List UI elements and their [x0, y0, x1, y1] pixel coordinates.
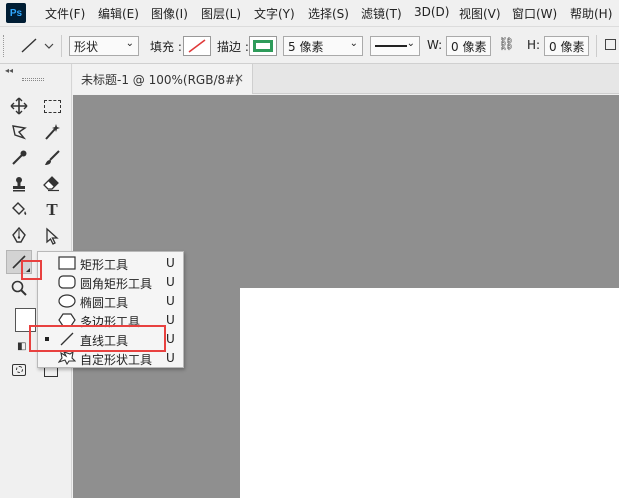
flyout-item-shortcut: U: [166, 313, 175, 327]
stroke-label: 描边 :: [217, 40, 249, 54]
path-selection-tool-icon[interactable]: [40, 224, 64, 248]
flyout-item-shortcut: U: [166, 275, 175, 289]
menu-window[interactable]: 窗口(W): [512, 5, 557, 22]
custom-shape-icon: [57, 350, 77, 366]
stroke-width-value: 5 像素: [288, 40, 324, 54]
pen-tool-icon[interactable]: [7, 224, 31, 248]
menu-edit[interactable]: 编辑(E): [98, 5, 139, 22]
tool-preset-picker[interactable]: [14, 35, 58, 57]
chevron-down-icon: ⌄: [406, 38, 415, 49]
type-tool-icon[interactable]: T: [40, 198, 64, 222]
stroke-type-select[interactable]: ⌄: [370, 36, 420, 56]
menu-filter[interactable]: 滤镜(T): [361, 5, 402, 22]
path-operations-icon[interactable]: [605, 39, 616, 50]
stroke-swatch[interactable]: [249, 36, 277, 56]
ellipse-icon: [58, 294, 76, 308]
highlight-box-flyout-indicator: [21, 260, 42, 280]
width-input[interactable]: 0 像素: [446, 36, 491, 56]
paint-bucket-tool-icon[interactable]: [7, 198, 31, 222]
chevron-down-icon: ⌄: [349, 38, 358, 49]
document-canvas[interactable]: [240, 288, 619, 498]
magic-wand-tool-icon[interactable]: [40, 120, 64, 144]
collapse-panel-icon[interactable]: ◂◂: [5, 66, 13, 75]
flyout-item-rounded-rectangle[interactable]: 圆角矩形工具 U: [38, 273, 183, 292]
document-tab-title: 未标题-1 @ 100%(RGB/8#): [81, 72, 240, 87]
flyout-item-label: 矩形工具: [80, 258, 129, 272]
menu-help[interactable]: 帮助(H): [570, 5, 612, 22]
fill-label: 填充 :: [150, 40, 182, 54]
rectangle-icon: [58, 256, 76, 270]
height-label: H:: [527, 38, 541, 52]
flyout-item-shortcut: U: [166, 256, 175, 270]
flyout-item-label: 自定形状工具: [80, 353, 153, 367]
flyout-item-rectangle[interactable]: 矩形工具 U: [38, 254, 183, 273]
lasso-tool-icon[interactable]: [7, 120, 31, 144]
flyout-item-shortcut: U: [166, 294, 175, 308]
flyout-item-shortcut: U: [166, 332, 175, 346]
document-tab-bar: 未标题-1 @ 100%(RGB/8#) ×: [73, 64, 619, 94]
menu-layer[interactable]: 图层(L): [201, 5, 241, 22]
flyout-item-label: 椭圆工具: [80, 296, 129, 310]
panel-grip[interactable]: [22, 78, 44, 81]
solid-line-icon: [375, 45, 407, 47]
fill-swatch[interactable]: [183, 36, 211, 56]
highlight-box-line-tool: [29, 325, 166, 352]
link-icon[interactable]: ⛓: [498, 37, 515, 52]
rounded-rectangle-icon: [58, 275, 76, 289]
width-value: 0 像素: [451, 40, 487, 54]
flyout-item-ellipse[interactable]: 椭圆工具 U: [38, 292, 183, 311]
menu-type[interactable]: 文字(Y): [254, 5, 295, 22]
chevron-down-icon: ⌄: [125, 38, 134, 49]
separator: [61, 35, 62, 57]
brush-tool-icon[interactable]: [40, 146, 64, 170]
eraser-tool-icon[interactable]: [40, 172, 64, 196]
no-fill-icon: [188, 39, 206, 53]
default-colors-icon[interactable]: ◧: [17, 341, 26, 352]
quick-mask-icon[interactable]: [12, 364, 26, 376]
options-bar-grip[interactable]: [3, 35, 6, 57]
move-tool-icon[interactable]: [7, 94, 31, 118]
close-icon[interactable]: ×: [234, 71, 244, 85]
menu-file[interactable]: 文件(F): [45, 5, 85, 22]
tool-mode-value: 形状: [74, 40, 99, 54]
tool-mode-select[interactable]: 形状 ⌄: [69, 36, 139, 56]
options-bar: 形状 ⌄ 填充 : 描边 : 5 像素 ⌄ ⌄ W: 0 像素 ⛓ H: 0 像…: [0, 26, 619, 64]
menu-3d[interactable]: 3D(D): [414, 5, 449, 19]
stamp-tool-icon[interactable]: [7, 172, 31, 196]
separator: [596, 35, 597, 57]
marquee-tool-icon[interactable]: [40, 94, 64, 118]
eyedropper-tool-icon[interactable]: [7, 146, 31, 170]
menu-bar: Ps 文件(F) 编辑(E) 图像(I) 图层(L) 文字(Y) 选择(S) 滤…: [0, 0, 619, 26]
width-label: W:: [427, 38, 443, 52]
menu-image[interactable]: 图像(I): [151, 5, 188, 22]
stroke-color-icon: [253, 40, 273, 52]
menu-select[interactable]: 选择(S): [308, 5, 349, 22]
flyout-item-label: 圆角矩形工具: [80, 277, 153, 291]
stroke-width-field[interactable]: 5 像素 ⌄: [283, 36, 363, 56]
height-value: 0 像素: [549, 40, 585, 54]
menu-view[interactable]: 视图(V): [459, 5, 501, 22]
line-tool-icon: [21, 38, 54, 53]
document-tab[interactable]: 未标题-1 @ 100%(RGB/8#) ×: [73, 64, 253, 94]
flyout-item-shortcut: U: [166, 351, 175, 365]
height-input[interactable]: 0 像素: [544, 36, 589, 56]
photoshop-logo: Ps: [6, 3, 26, 23]
